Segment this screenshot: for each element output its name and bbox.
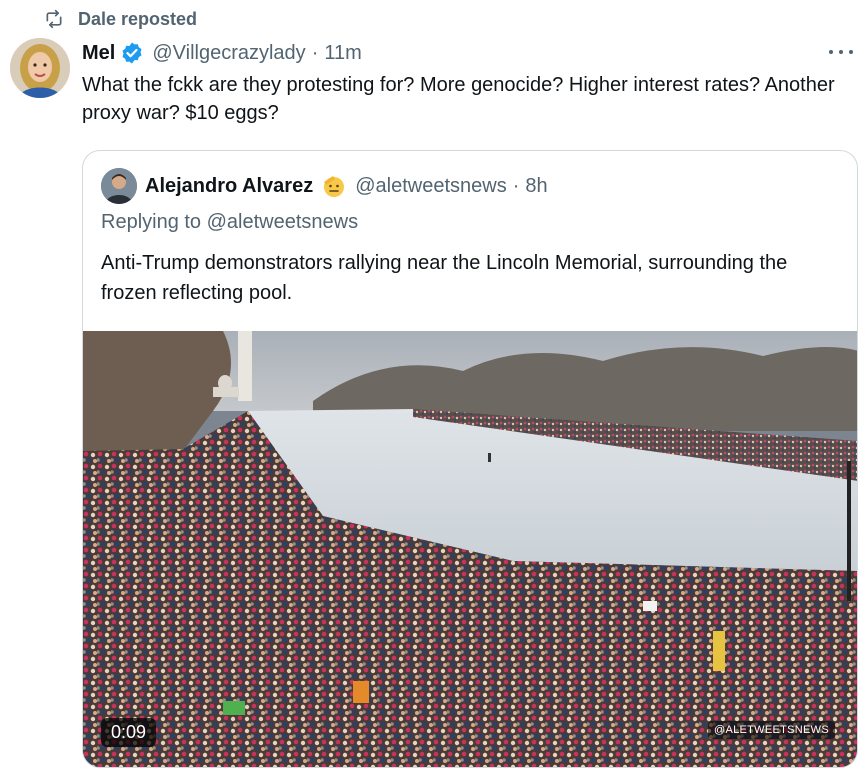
video-watermark: @ALETWEETSNEWS [708,721,835,739]
more-options-button[interactable] [829,42,853,62]
quoted-timestamp[interactable]: 8h [525,175,547,198]
author-handle[interactable]: @Villgecrazylady [152,42,305,65]
quoted-avatar [101,168,137,204]
verified-badge-icon [122,42,142,64]
avatar[interactable] [10,38,70,98]
replying-prefix: Replying to [101,211,207,233]
video-player[interactable]: 0:09 @ALETWEETSNEWS [83,331,857,767]
tweet-header: Mel @Villgecrazylady · 11m [82,38,362,68]
repost-label: Dale reposted [78,8,198,29]
quoted-text: Anti-Trump demonstrators rallying near t… [101,252,788,304]
separator-dot: · [512,174,520,197]
separator-dot: · [311,41,319,64]
quoted-header: Alejandro Alvarez @aletweetsnews · 8h [145,171,548,201]
timestamp[interactable]: 11m [324,42,361,65]
repost-indicator[interactable]: Dale reposted [44,6,197,32]
quoted-tweet[interactable]: Alejandro Alvarez @aletweetsnews · 8h Re… [82,150,858,768]
video-thumbnail [83,331,857,767]
video-duration: 0:09 [101,718,157,747]
replying-to: Replying to @aletweetsnews [101,211,358,234]
author-name[interactable]: Mel [82,42,115,65]
replying-mention[interactable]: @aletweetsnews [207,211,358,233]
saluting-face-emoji-icon [324,176,345,197]
more-icon [829,50,833,54]
repost-icon [46,9,62,29]
quoted-author-name[interactable]: Alejandro Alvarez [145,175,313,198]
tweet-text: What the fckk are they protesting for? M… [82,74,835,124]
quoted-author-handle[interactable]: @aletweetsnews [355,175,506,198]
